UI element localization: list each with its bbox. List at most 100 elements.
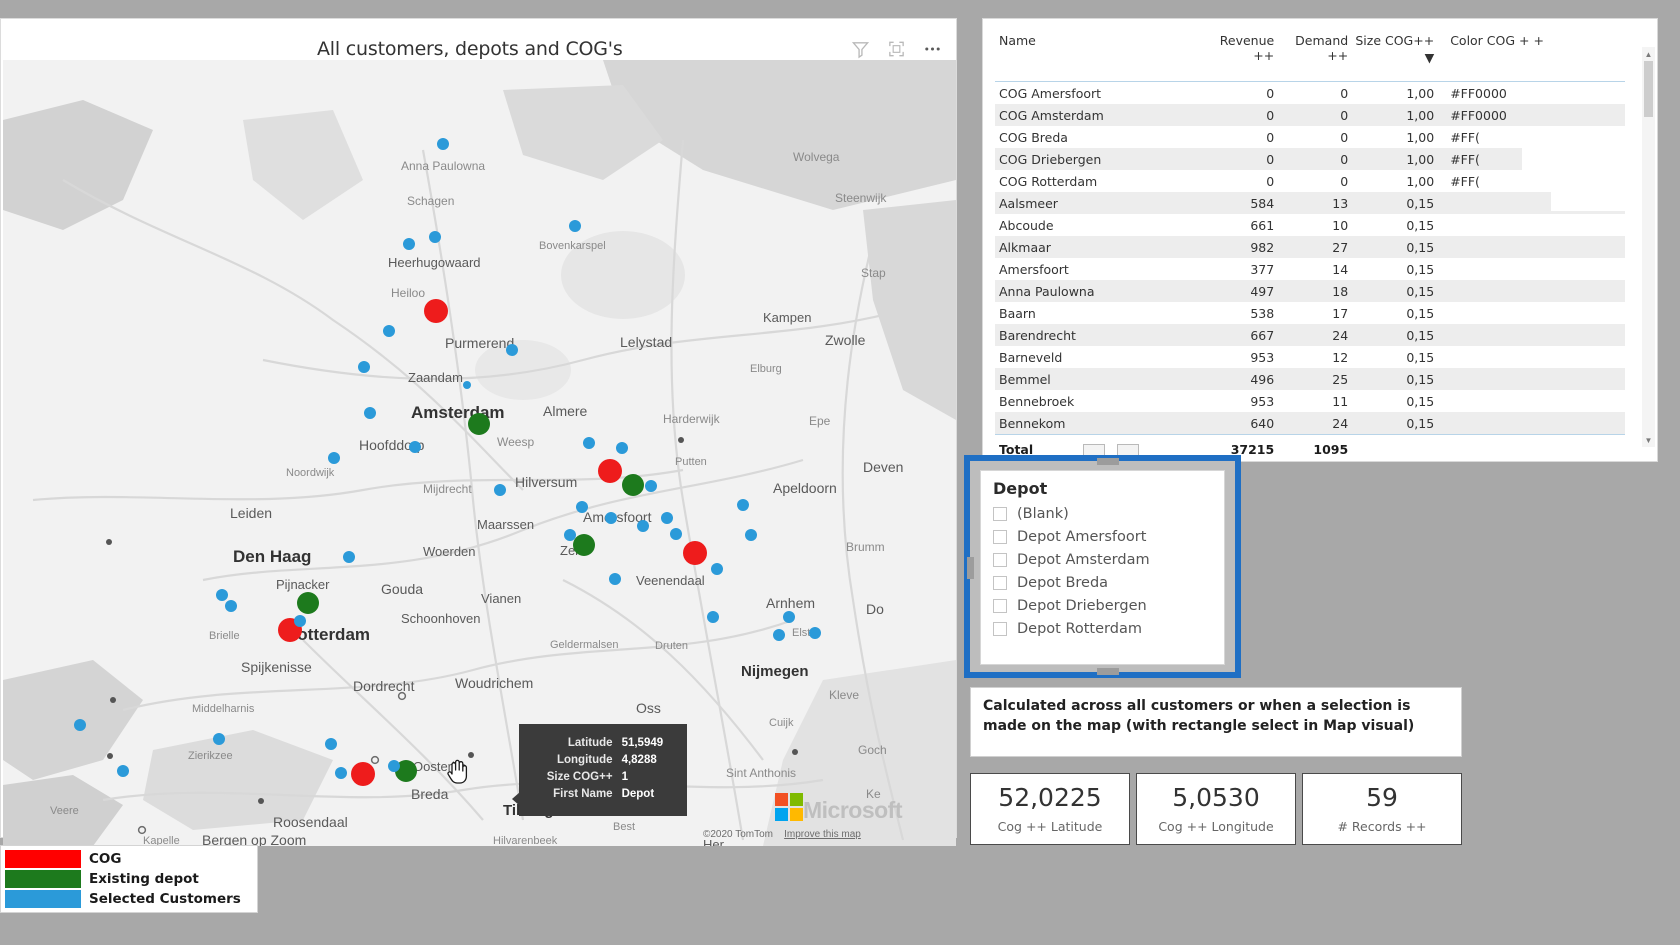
map-point-customer[interactable] xyxy=(429,231,441,243)
table-row[interactable]: Alkmaar 982 27 0,15 xyxy=(995,236,1625,258)
table-row[interactable]: Barendrecht 667 24 0,15 xyxy=(995,324,1625,346)
map-point-depot[interactable] xyxy=(573,534,595,556)
table-row[interactable]: Bemmel 496 25 0,15 xyxy=(995,368,1625,390)
map-point-customer[interactable] xyxy=(216,589,228,601)
map-point-customer[interactable] xyxy=(364,407,376,419)
map-point-customer[interactable] xyxy=(661,512,673,524)
map-point-customer[interactable] xyxy=(335,767,347,779)
map-point-customer[interactable] xyxy=(343,551,355,563)
map-point-customer[interactable] xyxy=(737,499,749,511)
map-point-cog[interactable] xyxy=(598,459,622,483)
slicer-item[interactable]: Depot Amersfoort xyxy=(993,525,1224,548)
map-point-customer[interactable] xyxy=(328,452,340,464)
map-point-cog[interactable] xyxy=(424,299,448,323)
map-point-customer[interactable] xyxy=(463,381,471,389)
map-point-customer[interactable] xyxy=(583,437,595,449)
map-point-depot[interactable] xyxy=(622,474,644,496)
map-place-label: Hilversum xyxy=(515,474,578,490)
map-point-customer[interactable] xyxy=(294,615,306,627)
map-point-customer[interactable] xyxy=(707,611,719,623)
map-point-customer[interactable] xyxy=(506,344,518,356)
slicer-item[interactable]: Depot Rotterdam xyxy=(993,617,1224,640)
map-point-customer[interactable] xyxy=(783,611,795,623)
slicer-item[interactable]: Depot Amsterdam xyxy=(993,548,1224,571)
map-point-depot[interactable] xyxy=(297,592,319,614)
map-place-label: Heerhugowaard xyxy=(388,255,481,270)
slicer-item-list[interactable]: (Blank) Depot Amersfoort Depot Amsterdam De… xyxy=(993,502,1224,640)
map-point-customer[interactable] xyxy=(809,627,821,639)
checkbox-icon[interactable] xyxy=(993,529,1007,544)
checkbox-icon[interactable] xyxy=(993,552,1007,567)
map-point-customer[interactable] xyxy=(325,738,337,750)
cell-size: 0,15 xyxy=(1354,192,1441,214)
map-point-cog[interactable] xyxy=(683,541,707,565)
table-row[interactable]: COG Amsterdam 0 0 1,00 #FF0000 xyxy=(995,104,1625,126)
map-point-customer[interactable] xyxy=(745,529,757,541)
column-header-revenue[interactable]: Revenue ++ xyxy=(1188,29,1281,82)
table-row[interactable]: Bennekom 640 24 0,15 xyxy=(995,412,1625,435)
map-point-customer[interactable] xyxy=(494,484,506,496)
card-cog-longitude[interactable]: 5,0530 Cog ++ Longitude xyxy=(1136,773,1296,845)
card-records-count[interactable]: 59 # Records ++ xyxy=(1302,773,1462,845)
table-visual[interactable]: Name Revenue ++ Demand ++ Size COG++ ▼ Col… xyxy=(982,18,1658,462)
map-point-customer[interactable] xyxy=(711,563,723,575)
table-scrollbar[interactable]: ▲ ▼ xyxy=(1642,47,1655,447)
map-point-customer[interactable] xyxy=(437,138,449,150)
table-row[interactable]: Abcoude 661 10 0,15 xyxy=(995,214,1625,236)
map-point-customer[interactable] xyxy=(213,733,225,745)
more-options-icon[interactable] xyxy=(923,40,942,59)
map-point-customer[interactable] xyxy=(358,361,370,373)
resize-handle-bottom[interactable] xyxy=(1097,668,1119,675)
scrollbar-thumb[interactable] xyxy=(1644,61,1653,117)
slicer-item[interactable]: Depot Driebergen xyxy=(993,594,1224,617)
map-point-customer[interactable] xyxy=(74,719,86,731)
resize-handle-left[interactable] xyxy=(967,557,974,579)
map-point-customer[interactable] xyxy=(637,520,649,532)
table-row[interactable]: Anna Paulowna 497 18 0,15 xyxy=(995,280,1625,302)
resize-handle-top[interactable] xyxy=(1097,458,1119,465)
table-row[interactable]: COG Amersfoort 0 0 1,00 #FF0000 xyxy=(995,82,1625,105)
map-point-customer[interactable] xyxy=(388,760,400,772)
checkbox-icon[interactable] xyxy=(993,575,1007,590)
map-point-depot[interactable] xyxy=(468,413,490,435)
map-point-customer[interactable] xyxy=(409,441,421,453)
table-row[interactable]: Bennebroek 953 11 0,15 xyxy=(995,390,1625,412)
map-point-customer[interactable] xyxy=(225,600,237,612)
map-point-cog[interactable] xyxy=(351,762,375,786)
table-row[interactable]: Aalsmeer 584 13 0,15 xyxy=(995,192,1625,214)
checkbox-icon[interactable] xyxy=(993,506,1007,521)
map-point-customer[interactable] xyxy=(616,442,628,454)
column-header-demand[interactable]: Demand ++ xyxy=(1280,29,1355,82)
checkbox-icon[interactable] xyxy=(993,598,1007,613)
map-visual[interactable]: All customers, depots and COG's Anna Pau… xyxy=(0,18,957,846)
map-point-customer[interactable] xyxy=(117,765,129,777)
scroll-up-arrow-icon[interactable]: ▲ xyxy=(1642,47,1655,61)
column-header-size-cog[interactable]: Size COG++ ▼ xyxy=(1354,29,1441,82)
improve-this-map-link[interactable]: Improve this map xyxy=(784,829,861,840)
depot-slicer[interactable]: Depot (Blank) Depot Amersfoort Depot Amste… xyxy=(964,455,1241,678)
column-header-name[interactable]: Name xyxy=(995,29,1189,82)
map-point-customer[interactable] xyxy=(609,573,621,585)
map-point-customer[interactable] xyxy=(569,220,581,232)
map-point-customer[interactable] xyxy=(383,325,395,337)
table-row[interactable]: Barneveld 953 12 0,15 xyxy=(995,346,1625,368)
map-point-customer[interactable] xyxy=(645,480,657,492)
filter-icon[interactable] xyxy=(851,40,870,59)
slicer-item[interactable]: (Blank) xyxy=(993,502,1224,525)
map-point-customer[interactable] xyxy=(576,501,588,513)
table-row[interactable]: Baarn 538 17 0,15 xyxy=(995,302,1625,324)
focus-mode-icon[interactable] xyxy=(887,40,906,59)
map-canvas[interactable]: Anna Paulowna Wolvega Schagen Steenwijk Bove… xyxy=(3,60,956,846)
checkbox-icon[interactable] xyxy=(993,621,1007,636)
map-point-customer[interactable] xyxy=(670,528,682,540)
map-point-customer[interactable] xyxy=(403,238,415,250)
map-point-customer[interactable] xyxy=(605,512,617,524)
depot-slicer-body[interactable]: Depot (Blank) Depot Amersfoort Depot Amste… xyxy=(980,470,1225,665)
scroll-down-arrow-icon[interactable]: ▼ xyxy=(1642,433,1655,447)
card-cog-latitude[interactable]: 52,0225 Cog ++ Latitude xyxy=(970,773,1130,845)
map-point-customer[interactable] xyxy=(773,629,785,641)
card-value: 5,0530 xyxy=(1172,782,1260,812)
slicer-item[interactable]: Depot Breda xyxy=(993,571,1224,594)
column-header-color-cog[interactable]: Color COG + + xyxy=(1440,29,1625,82)
table-row[interactable]: Amersfoort 377 14 0,15 xyxy=(995,258,1625,280)
